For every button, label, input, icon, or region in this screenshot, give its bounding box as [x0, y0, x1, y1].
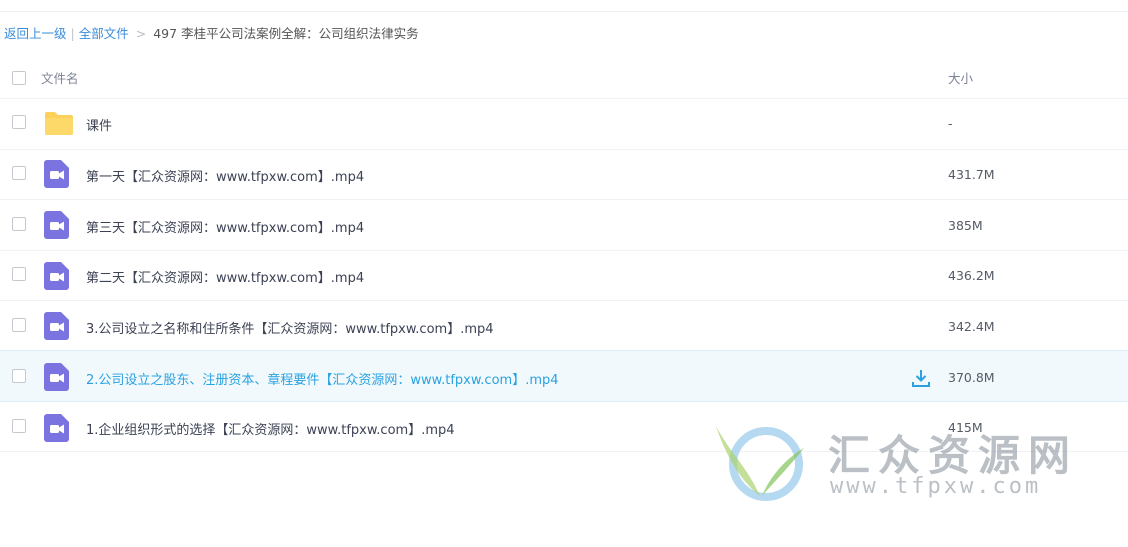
table-header: 文件名 大小: [0, 54, 1128, 99]
video-file-icon: [44, 211, 69, 239]
breadcrumb: 返回上一级 | 全部文件 >497 李桂平公司法案例全解：公司组织法律实务: [4, 26, 419, 42]
current-folder: 497 李桂平公司法案例全解：公司组织法律实务: [153, 26, 419, 41]
table-row[interactable]: 3.公司设立之名称和住所条件【汇众资源网：www.tfpxw.com】.mp4 …: [0, 300, 1128, 351]
row-checkbox[interactable]: [12, 369, 26, 383]
file-size: 431.7M: [948, 167, 995, 182]
back-link[interactable]: 返回上一级: [4, 26, 67, 41]
breadcrumb-separator: |: [70, 26, 75, 41]
video-file-icon: [44, 414, 69, 442]
watermark-url: www.tfpxw.com: [830, 474, 1042, 499]
file-name[interactable]: 3.公司设立之名称和住所条件【汇众资源网：www.tfpxw.com】.mp4: [86, 318, 494, 337]
all-files-link[interactable]: 全部文件: [79, 26, 129, 41]
file-size: -: [948, 116, 953, 131]
file-name[interactable]: 第一天【汇众资源网：www.tfpxw.com】.mp4: [86, 166, 364, 185]
video-file-icon: [44, 363, 69, 391]
row-checkbox[interactable]: [12, 267, 26, 281]
folder-icon: [45, 112, 73, 135]
download-icon[interactable]: [911, 368, 931, 388]
table-row[interactable]: 1.企业组织形式的选择【汇众资源网：www.tfpxw.com】.mp4 415…: [0, 401, 1128, 452]
row-checkbox[interactable]: [12, 318, 26, 332]
table-row[interactable]: 课件 -: [0, 99, 1128, 150]
file-name[interactable]: 课件: [86, 115, 112, 134]
video-file-icon: [44, 312, 69, 340]
column-size-header[interactable]: 大小: [948, 68, 973, 87]
table-row[interactable]: 第一天【汇众资源网：www.tfpxw.com】.mp4 431.7M: [0, 149, 1128, 200]
row-checkbox[interactable]: [12, 217, 26, 231]
file-name[interactable]: 第三天【汇众资源网：www.tfpxw.com】.mp4: [86, 217, 364, 236]
file-name[interactable]: 1.企业组织形式的选择【汇众资源网：www.tfpxw.com】.mp4: [86, 419, 455, 438]
file-size: 370.8M: [948, 370, 995, 385]
select-all-checkbox[interactable]: [12, 71, 26, 85]
video-file-icon: [44, 160, 69, 188]
breadcrumb-arrow: >: [135, 26, 147, 41]
table-row[interactable]: 2.公司设立之股东、注册资本、章程要件【汇众资源网：www.tfpxw.com】…: [0, 350, 1128, 402]
file-size: 436.2M: [948, 268, 995, 283]
table-row[interactable]: 第三天【汇众资源网：www.tfpxw.com】.mp4 385M: [0, 200, 1128, 251]
file-size: 415M: [948, 420, 983, 435]
file-size: 385M: [948, 218, 983, 233]
column-name-header[interactable]: 文件名: [41, 68, 79, 87]
row-checkbox[interactable]: [12, 419, 26, 433]
row-checkbox[interactable]: [12, 166, 26, 180]
top-divider: [0, 11, 1128, 12]
row-checkbox[interactable]: [12, 115, 26, 129]
file-size: 342.4M: [948, 319, 995, 334]
file-name[interactable]: 第二天【汇众资源网：www.tfpxw.com】.mp4: [86, 267, 364, 286]
video-file-icon: [44, 262, 69, 290]
file-name[interactable]: 2.公司设立之股东、注册资本、章程要件【汇众资源网：www.tfpxw.com】…: [86, 369, 559, 388]
table-row[interactable]: 第二天【汇众资源网：www.tfpxw.com】.mp4 436.2M: [0, 250, 1128, 301]
